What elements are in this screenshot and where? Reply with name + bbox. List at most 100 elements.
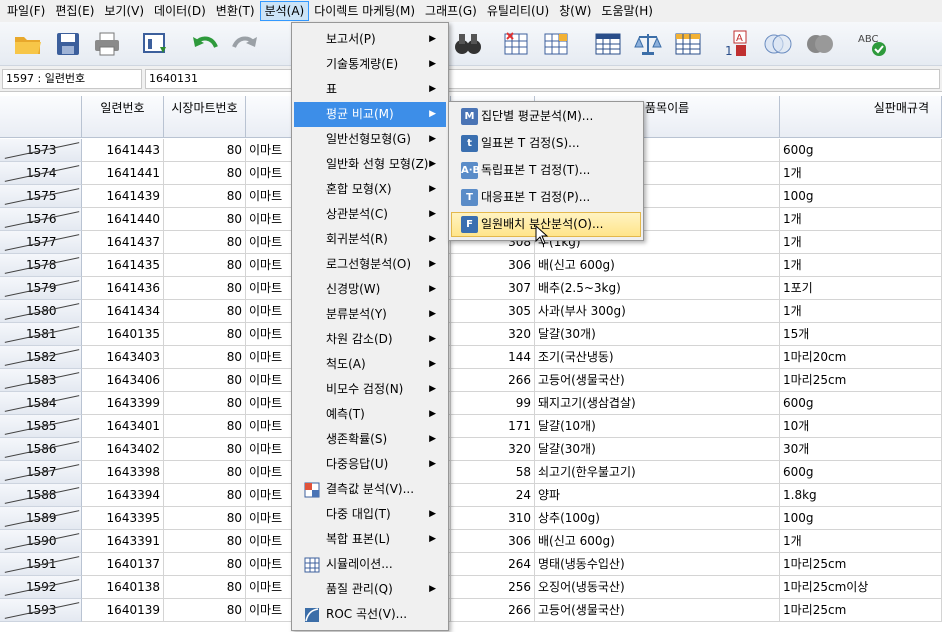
row-header[interactable]: 1581 (0, 323, 82, 346)
menubar-item[interactable]: 유틸리티(U) (482, 1, 554, 21)
menubar-item[interactable]: 편집(E) (50, 1, 99, 21)
cell-item-name[interactable]: 쇠고기(한우불고기) (535, 461, 780, 484)
cell-item-name[interactable]: 배(신고 600g) (535, 254, 780, 277)
cell-serial[interactable]: 1641437 (82, 231, 164, 254)
menubar-item[interactable]: 변환(T) (211, 1, 260, 21)
cell-serial[interactable]: 1641443 (82, 139, 164, 162)
cell-item-name[interactable]: 상추(100g) (535, 507, 780, 530)
cell-mart-number[interactable]: 80 (164, 254, 246, 277)
cell-mart-number[interactable]: 80 (164, 346, 246, 369)
cell-item-code[interactable]: 24 (451, 484, 535, 507)
row-header[interactable]: 1586 (0, 438, 82, 461)
row-header[interactable]: 1582 (0, 346, 82, 369)
spellcheck-icon[interactable]: ABC (856, 28, 888, 60)
cell-spec[interactable]: 1개 (780, 254, 942, 277)
cell-item-code[interactable]: 171 (451, 415, 535, 438)
compare-means-item[interactable]: A·B 독립표본 T 검정(T)... (451, 158, 641, 183)
menubar-item[interactable]: 분석(A) (259, 1, 310, 21)
row-header[interactable]: 1580 (0, 300, 82, 323)
cell-value-field[interactable]: 1640131 (145, 69, 940, 89)
analyze-menu-item[interactable]: 다중 대입(T) ▶ (294, 502, 446, 527)
cell-spec[interactable]: 100g (780, 185, 942, 208)
cell-spec[interactable]: 1마리25cm (780, 599, 942, 622)
cell-item-name[interactable]: 달걀(30개) (535, 438, 780, 461)
row-header[interactable]: 1577 (0, 231, 82, 254)
cell-mart-number[interactable]: 80 (164, 369, 246, 392)
cell-spec[interactable]: 600g (780, 139, 942, 162)
cell-item-name[interactable]: 고등어(생물국산) (535, 369, 780, 392)
cell-serial[interactable]: 1643401 (82, 415, 164, 438)
cell-spec[interactable]: 15개 (780, 323, 942, 346)
cell-spec[interactable]: 1포기 (780, 277, 942, 300)
cell-serial[interactable]: 1643398 (82, 461, 164, 484)
undo-icon[interactable] (190, 28, 222, 60)
cell-item-name[interactable]: 고등어(생물국산) (535, 599, 780, 622)
analyze-menu-item[interactable]: 결측값 분석(V)... (294, 477, 446, 502)
compare-means-item[interactable]: M 집단별 평균분석(M)... (451, 104, 641, 129)
row-header[interactable]: 1576 (0, 208, 82, 231)
cell-mart-number[interactable]: 80 (164, 599, 246, 622)
cell-mart-number[interactable]: 80 (164, 277, 246, 300)
cell-spec[interactable]: 10개 (780, 415, 942, 438)
cell-item-name[interactable]: 명태(냉동수입산) (535, 553, 780, 576)
compare-means-item[interactable]: t 일표본 T 검정(S)... (451, 131, 641, 156)
cell-mart-number[interactable]: 80 (164, 392, 246, 415)
cell-serial[interactable]: 1643406 (82, 369, 164, 392)
cell-spec[interactable]: 100g (780, 507, 942, 530)
cell-mart-number[interactable]: 80 (164, 300, 246, 323)
cell-item-code[interactable]: 310 (451, 507, 535, 530)
cell-mart-number[interactable]: 80 (164, 208, 246, 231)
column-header[interactable]: 실판매규격 (780, 96, 942, 138)
cell-serial[interactable]: 1643394 (82, 484, 164, 507)
cell-item-name[interactable]: 돼지고기(생삼겹살) (535, 392, 780, 415)
split-file-icon[interactable] (592, 28, 624, 60)
cell-serial[interactable]: 1640139 (82, 599, 164, 622)
use-sets-icon[interactable] (762, 28, 794, 60)
analyze-menu-item[interactable]: 차원 감소(D) ▶ (294, 327, 446, 352)
row-header[interactable]: 1585 (0, 415, 82, 438)
show-all-icon[interactable] (804, 28, 836, 60)
analyze-menu-item[interactable]: 일반선형모형(G) ▶ (294, 127, 446, 152)
print-icon[interactable] (91, 28, 123, 60)
analyze-menu-item[interactable]: 품질 관리(Q) ▶ (294, 577, 446, 602)
cell-serial[interactable]: 1641440 (82, 208, 164, 231)
cell-serial[interactable]: 1643403 (82, 346, 164, 369)
cell-serial[interactable]: 1641441 (82, 162, 164, 185)
row-header[interactable]: 1590 (0, 530, 82, 553)
cell-mart-number[interactable]: 80 (164, 415, 246, 438)
cell-serial[interactable]: 1643395 (82, 507, 164, 530)
open-folder-icon[interactable] (12, 28, 44, 60)
menubar-item[interactable]: 창(W) (554, 1, 596, 21)
analyze-menu-item[interactable]: 기술통계량(E) ▶ (294, 52, 446, 77)
menubar-item[interactable]: 도움말(H) (596, 1, 658, 21)
cell-item-name[interactable]: 오징어(냉동국산) (535, 576, 780, 599)
menubar-item[interactable]: 그래프(G) (420, 1, 482, 21)
cell-spec[interactable]: 1개 (780, 530, 942, 553)
analyze-menu-item[interactable]: 일반화 선형 모형(Z) ▶ (294, 152, 446, 177)
select-cases-icon[interactable] (672, 28, 704, 60)
cell-serial[interactable]: 1641435 (82, 254, 164, 277)
cell-serial[interactable]: 1643399 (82, 392, 164, 415)
analyze-menu-item[interactable]: 척도(A) ▶ (294, 352, 446, 377)
analyze-menu-item[interactable]: 분류분석(Y) ▶ (294, 302, 446, 327)
cell-item-code[interactable]: 58 (451, 461, 535, 484)
row-header[interactable]: 1575 (0, 185, 82, 208)
cell-serial[interactable]: 1641439 (82, 185, 164, 208)
cell-spec[interactable]: 1마리25cm이상 (780, 576, 942, 599)
row-header[interactable]: 1588 (0, 484, 82, 507)
cell-item-code[interactable]: 305 (451, 300, 535, 323)
row-header[interactable]: 1592 (0, 576, 82, 599)
redo-icon[interactable] (228, 28, 260, 60)
analyze-menu-item[interactable]: 생존확률(S) ▶ (294, 427, 446, 452)
insert-cases-icon[interactable] (500, 28, 532, 60)
analyze-menu-item[interactable]: 로그선형분석(O) ▶ (294, 252, 446, 277)
analyze-menu-item[interactable]: 복합 표본(L) ▶ (294, 527, 446, 552)
row-header[interactable]: 1574 (0, 162, 82, 185)
cell-mart-number[interactable]: 80 (164, 139, 246, 162)
cell-mart-number[interactable]: 80 (164, 162, 246, 185)
cell-mart-number[interactable]: 80 (164, 231, 246, 254)
cell-spec[interactable]: 1개 (780, 208, 942, 231)
cell-serial[interactable]: 1643402 (82, 438, 164, 461)
analyze-menu-item[interactable]: 다중응답(U) ▶ (294, 452, 446, 477)
row-header[interactable]: 1589 (0, 507, 82, 530)
